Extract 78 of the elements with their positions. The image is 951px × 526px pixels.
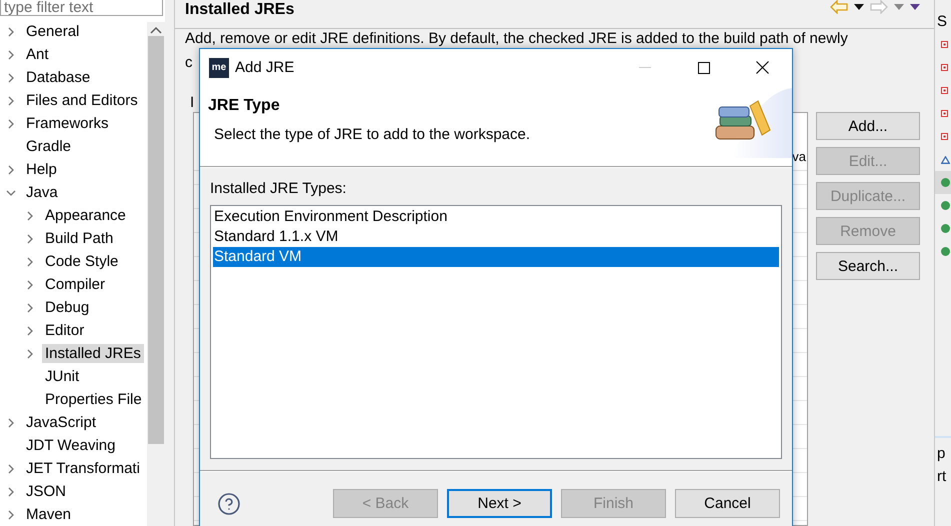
status-dot-icon: [941, 247, 950, 256]
tree-item[interactable]: JavaScript: [23, 413, 100, 432]
status-dot-icon: [941, 201, 950, 210]
chevron-right-icon[interactable]: [25, 302, 35, 312]
tree-item[interactable]: Properties File: [42, 390, 145, 409]
maximize-icon[interactable]: [698, 62, 710, 74]
status-dot-icon: [941, 178, 950, 187]
tree-item[interactable]: Installed JREs: [42, 344, 144, 363]
wizard-message: Select the type of JRE to add to the workspace.: [214, 126, 530, 143]
tree-item[interactable]: Maven: [23, 505, 74, 524]
list-label: Installed JRE Types:: [210, 180, 348, 198]
tree-item[interactable]: JSON: [23, 482, 70, 501]
error-marker-icon: [941, 133, 948, 140]
list-item[interactable]: Standard VM: [213, 247, 779, 267]
close-icon[interactable]: [756, 61, 769, 74]
status-dot-icon: [941, 224, 950, 233]
tree-item[interactable]: Frameworks: [23, 114, 112, 133]
chevron-right-icon[interactable]: [25, 256, 35, 266]
tree-item[interactable]: Java: [23, 183, 61, 202]
chevron-right-icon[interactable]: [6, 164, 16, 174]
description-text: Add, remove or edit JRE definitions. By default, the checked JRE is added to the build path of newly: [185, 30, 848, 48]
dialog-title: Add JRE: [235, 59, 296, 76]
description-text: c: [185, 54, 192, 72]
tree-item[interactable]: JDT Weaving: [23, 436, 118, 455]
chevron-right-icon[interactable]: [6, 26, 16, 36]
side-button[interactable]: Add...: [816, 112, 920, 140]
scroll-up-icon[interactable]: [150, 26, 162, 34]
page-title: Installed JREs: [185, 0, 294, 20]
list-item[interactable]: Standard 1.1.x VM: [213, 227, 779, 247]
help-icon[interactable]: [217, 492, 241, 516]
tree-item[interactable]: Appearance: [42, 206, 129, 225]
wizard-heading: JRE Type: [208, 96, 281, 116]
tree-item[interactable]: Compiler: [42, 275, 108, 294]
list-item[interactable]: Execution Environment Description: [213, 207, 779, 227]
chevron-right-icon[interactable]: [6, 96, 16, 106]
wizard-button[interactable]: Next >: [447, 489, 552, 518]
chevron-right-icon[interactable]: [6, 418, 16, 428]
chevron-down-icon[interactable]: [6, 188, 16, 198]
chevron-right-icon[interactable]: [25, 280, 35, 290]
tree-item[interactable]: General: [23, 22, 82, 41]
chevron-right-icon[interactable]: [6, 486, 16, 496]
chevron-right-icon[interactable]: [6, 118, 16, 128]
tree-item[interactable]: Ant: [23, 45, 52, 64]
tree-item[interactable]: JUnit: [42, 367, 82, 386]
chevron-right-icon[interactable]: [25, 210, 35, 220]
side-button[interactable]: Search...: [816, 252, 920, 280]
caret-icon[interactable]: [854, 4, 864, 10]
chevron-right-icon[interactable]: [6, 50, 16, 60]
wizard-button[interactable]: Cancel: [675, 489, 780, 518]
column-header: va: [792, 149, 806, 164]
tree-item[interactable]: Code Style: [42, 252, 122, 271]
chevron-right-icon[interactable]: [25, 234, 35, 244]
scrollbar-thumb[interactable]: [148, 36, 164, 444]
chevron-right-icon[interactable]: [25, 348, 35, 358]
chevron-right-icon[interactable]: [6, 510, 16, 520]
error-marker-icon: [941, 110, 948, 117]
panel-text: S: [936, 12, 948, 32]
error-marker-icon: [941, 87, 948, 94]
tree-item[interactable]: Database: [23, 68, 94, 87]
error-marker-icon: [941, 64, 948, 71]
panel-text: rt: [936, 467, 948, 487]
tree-item[interactable]: Debug: [42, 298, 92, 317]
chevron-right-icon[interactable]: [6, 72, 16, 82]
view-menu-icon[interactable]: [910, 4, 920, 10]
app-icon: me: [209, 58, 229, 78]
tree-item[interactable]: Gradle: [23, 137, 74, 156]
tree-item[interactable]: Files and Editors: [23, 91, 141, 110]
tree-item[interactable]: Help: [23, 160, 60, 179]
warning-marker-icon: [941, 156, 950, 164]
panel-text: p: [936, 444, 946, 464]
tree-item[interactable]: JET Transformati: [23, 459, 143, 478]
chevron-right-icon[interactable]: [6, 464, 16, 474]
tree-item[interactable]: Editor: [42, 321, 88, 340]
table-label: I: [190, 94, 194, 112]
tree-item[interactable]: Build Path: [42, 229, 116, 248]
error-marker-icon: [941, 41, 948, 48]
filter-field[interactable]: type filter text: [0, 0, 163, 16]
chevron-right-icon[interactable]: [25, 326, 35, 336]
